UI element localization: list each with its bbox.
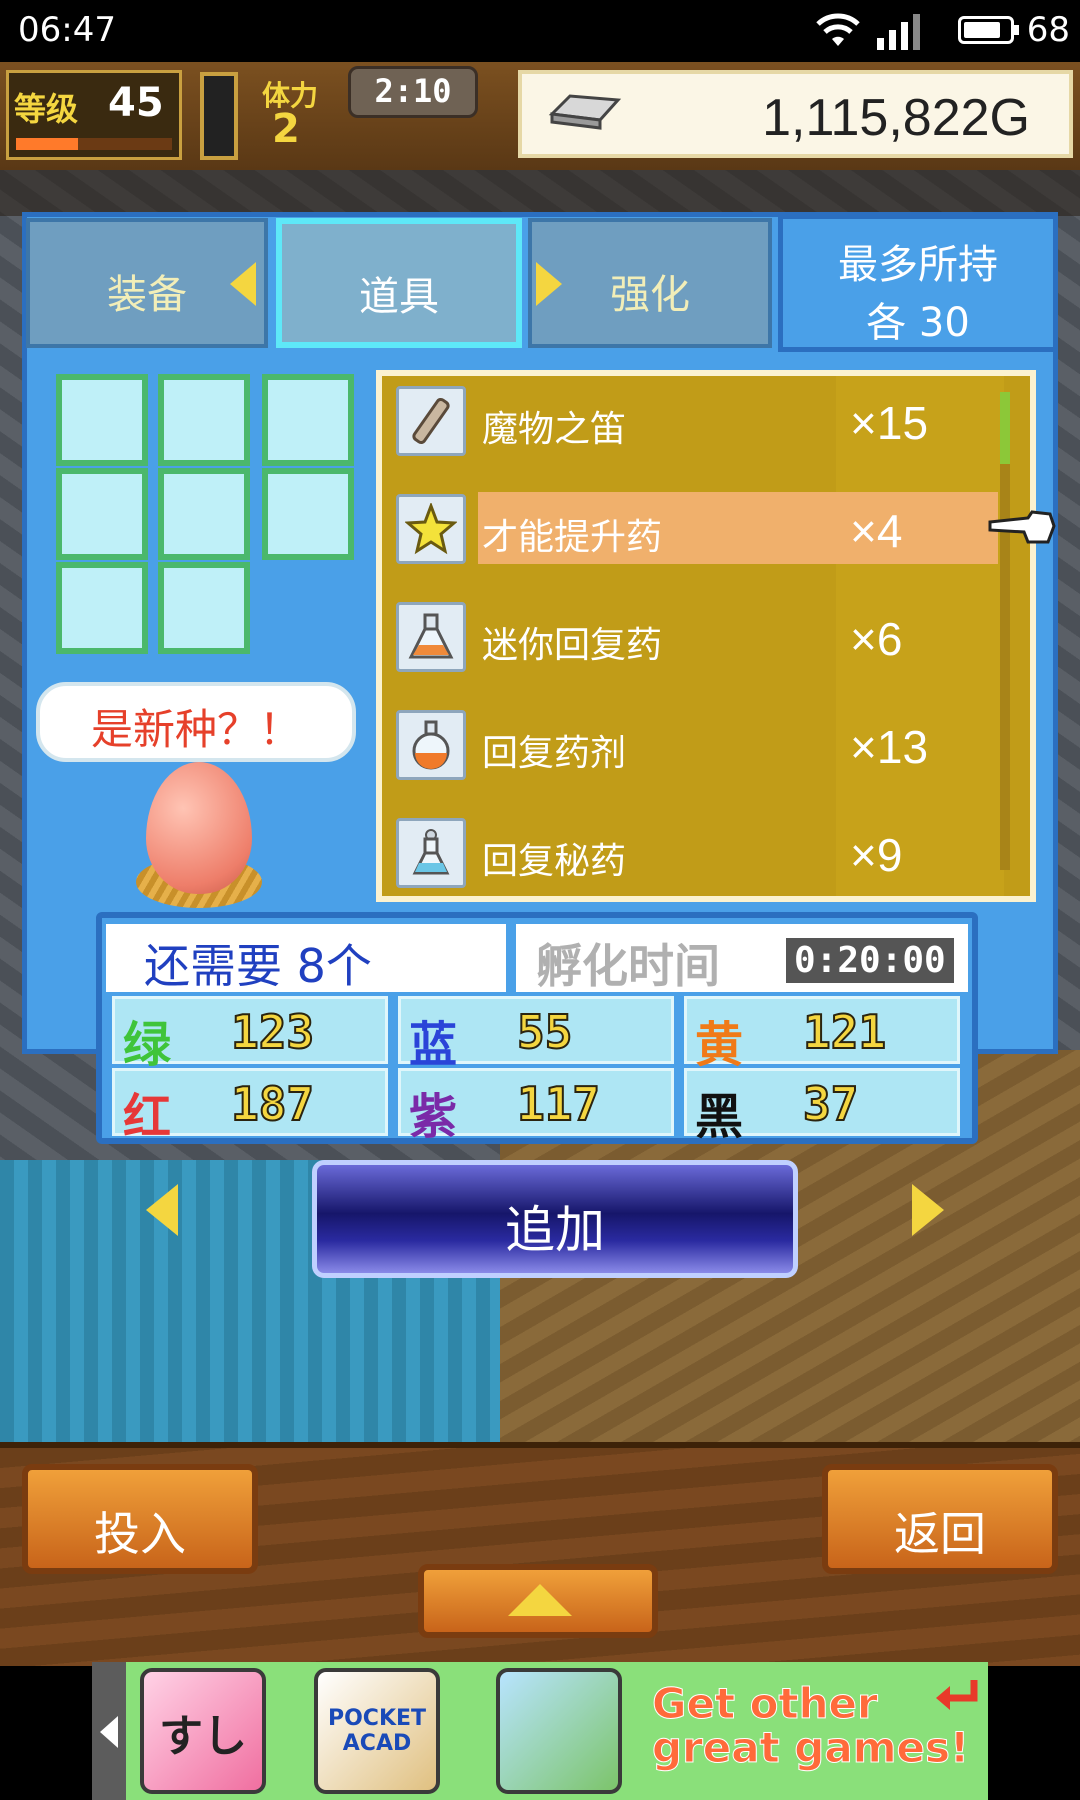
color-value: 37 bbox=[802, 1076, 859, 1132]
exp-bar-fill bbox=[16, 138, 79, 150]
item-row-selected[interactable]: 才能提升药 ×4 bbox=[382, 484, 1000, 580]
battery-percent: 68 bbox=[1026, 10, 1070, 50]
egg-slot[interactable] bbox=[158, 562, 250, 654]
ad-game-icon-pocket-academy[interactable]: POCKET ACAD bbox=[314, 1668, 440, 1794]
color-value: 123 bbox=[230, 1004, 315, 1060]
color-name: 黄 bbox=[695, 1017, 744, 1073]
signal-icon bbox=[877, 14, 920, 50]
egg-slot[interactable] bbox=[56, 468, 148, 560]
item-row[interactable]: 回复药剂 ×13 bbox=[382, 700, 1000, 796]
tab-left-arrow-icon[interactable] bbox=[230, 262, 256, 306]
stamina-timer: 2:10 bbox=[374, 72, 452, 110]
item-name: 回复药剂 bbox=[482, 733, 627, 774]
item-count: ×6 bbox=[850, 613, 903, 665]
tab-items-label: 道具 bbox=[359, 274, 439, 320]
item-name: 回复秘药 bbox=[482, 841, 627, 882]
color-name: 紫 bbox=[409, 1089, 458, 1145]
need-count-text: 还需要 8个 bbox=[144, 939, 372, 993]
max-hold-title: 最多所持 bbox=[838, 242, 998, 288]
item-count: ×4 bbox=[850, 505, 903, 557]
ad-cta-text[interactable]: Get other great games! bbox=[652, 1681, 982, 1770]
color-name: 红 bbox=[123, 1089, 172, 1145]
potion-icon bbox=[396, 602, 466, 672]
item-count: ×9 bbox=[850, 829, 903, 881]
color-cell-red: 红 187 bbox=[112, 1068, 388, 1145]
ad-game-title: POCKET ACAD bbox=[327, 1706, 427, 1756]
item-count: ×15 bbox=[850, 397, 929, 449]
back-button[interactable]: 返回 bbox=[822, 1464, 1058, 1574]
status-time: 06:47 bbox=[18, 10, 116, 50]
item-row[interactable]: 迷你回复药 ×6 bbox=[382, 592, 1000, 688]
color-value: 187 bbox=[230, 1076, 315, 1132]
next-arrow-icon[interactable] bbox=[912, 1184, 944, 1236]
egg-slot[interactable] bbox=[262, 468, 354, 560]
color-cell-blue: 蓝 55 bbox=[398, 996, 674, 1073]
ad-game-icon-sushi[interactable]: すし bbox=[140, 1668, 266, 1794]
item-name: 魔物之笛 bbox=[482, 409, 627, 450]
silver-bar-icon bbox=[548, 94, 622, 130]
previous-arrow-icon[interactable] bbox=[146, 1184, 178, 1236]
tab-enhance-label: 强化 bbox=[610, 272, 690, 318]
ad-prev-arrow-icon bbox=[100, 1716, 118, 1748]
max-hold-value: 各 30 bbox=[866, 300, 970, 346]
tab-equipment-label: 装备 bbox=[107, 272, 187, 318]
egg-slot[interactable] bbox=[158, 374, 250, 466]
item-count: ×13 bbox=[850, 721, 929, 773]
stamina-value: 2 bbox=[272, 106, 300, 152]
tab-right-arrow-icon[interactable] bbox=[536, 262, 562, 306]
level-value: 45 bbox=[108, 80, 164, 126]
item-row[interactable]: 魔物之笛 ×15 bbox=[382, 376, 1000, 472]
wifi-icon bbox=[816, 13, 860, 46]
item-name: 迷你回复药 bbox=[482, 625, 663, 666]
scrollbar-thumb[interactable] bbox=[1000, 392, 1010, 464]
color-name: 蓝 bbox=[409, 1017, 458, 1073]
return-arrow-icon bbox=[936, 1680, 978, 1710]
battery-icon bbox=[958, 16, 1019, 44]
color-value: 55 bbox=[516, 1004, 573, 1060]
color-cell-black: 黑 37 bbox=[684, 1068, 960, 1145]
egg-slot[interactable] bbox=[262, 374, 354, 466]
egg-slot[interactable] bbox=[56, 562, 148, 654]
tab-items[interactable]: 道具 bbox=[276, 218, 522, 348]
speech-bubble-text: 是新种？！ bbox=[90, 705, 301, 754]
stamina-gauge bbox=[200, 72, 238, 160]
back-button-label: 返回 bbox=[894, 1507, 986, 1561]
add-button-label: 追加 bbox=[505, 1201, 605, 1259]
color-cell-green: 绿 123 bbox=[112, 996, 388, 1073]
sub-hud bbox=[0, 170, 1080, 216]
color-name: 绿 bbox=[123, 1017, 172, 1073]
money-value: 1,115,822G bbox=[762, 89, 1030, 147]
level-label: 等级 bbox=[14, 90, 79, 128]
put-in-button[interactable]: 投入 bbox=[22, 1464, 258, 1574]
game-screen: 06:47 68 等级 45 体力 2 2:10 1,115,822G 装备 道… bbox=[0, 0, 1080, 1800]
star-icon bbox=[396, 494, 466, 564]
put-in-button-label: 投入 bbox=[94, 1507, 186, 1561]
color-cell-purple: 紫 117 bbox=[398, 1068, 674, 1145]
color-value: 117 bbox=[516, 1076, 601, 1132]
flute-icon bbox=[396, 386, 466, 456]
item-row[interactable]: 回复秘药 ×9 bbox=[382, 808, 1000, 904]
item-name: 才能提升药 bbox=[482, 517, 663, 558]
potion-icon bbox=[396, 710, 466, 780]
ad-game-title: すし bbox=[159, 1711, 247, 1762]
hatch-time-label: 孵化时间 bbox=[536, 939, 720, 993]
color-name: 黑 bbox=[695, 1089, 744, 1145]
color-cell-yellow: 黄 121 bbox=[684, 996, 960, 1073]
ad-game-icon-castle[interactable] bbox=[496, 1668, 622, 1794]
pointing-hand-icon bbox=[988, 510, 1056, 544]
tab-enhance[interactable]: 强化 bbox=[528, 218, 772, 348]
color-value: 121 bbox=[802, 1004, 887, 1060]
hatch-time-value: 0:20:00 bbox=[786, 938, 954, 983]
egg-slot[interactable] bbox=[158, 468, 250, 560]
potion-icon bbox=[396, 818, 466, 888]
up-arrow-icon bbox=[508, 1584, 572, 1616]
egg-slot[interactable] bbox=[56, 374, 148, 466]
status-bar: 06:47 68 bbox=[0, 0, 1080, 62]
